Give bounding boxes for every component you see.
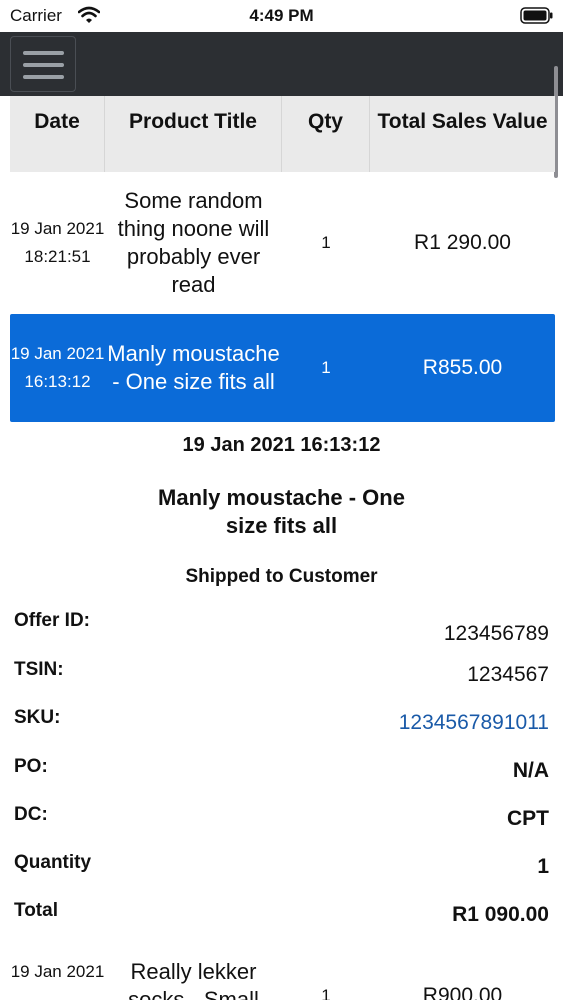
detail-status: Shipped to Customer [185,566,378,587]
sku-link[interactable]: 1234567891011 [399,711,549,735]
row-qty: 1 [321,986,331,1000]
table-row[interactable]: 19 Jan 2021 Really lekker socks - Small … [10,958,555,1000]
row-date: 19 Jan 2021 18:21:51 [10,219,105,266]
table-row-selected[interactable]: 19 Jan 2021 16:13:12 Manly moustache - O… [10,314,555,422]
total-value: R1 090.00 [452,903,549,926]
detail-date: 19 Jan 2021 16:13:12 [182,434,381,456]
tsin-label: TSIN: [14,659,64,680]
column-header-qty[interactable]: Qty [282,96,370,172]
row-date: 19 Jan 2021 16:13:12 [10,344,105,391]
status-time: 4:49 PM [249,6,314,25]
row-qty: 1 [321,233,331,252]
sku-label: SKU: [14,707,61,728]
column-header-total-sales-value[interactable]: Total Sales Value [370,96,555,172]
row-product-title: Really lekker socks - Small [128,959,259,1000]
table-row[interactable]: 19 Jan 2021 18:21:51 Some random thing n… [10,186,555,300]
row-qty: 1 [321,358,331,377]
hamburger-menu-icon[interactable] [10,36,76,92]
quantity-value: 1 [537,855,549,878]
battery-icon [520,7,553,24]
column-header-product-title[interactable]: Product Title [105,96,282,172]
offer-id-value: 123456789 [443,622,549,645]
navbar [0,32,563,96]
tsin-value: 1234567 [467,663,549,686]
row-product-title: Some random thing noone will probably ev… [117,188,270,297]
detail-product-title: Manly moustache - One size fits all [158,485,405,538]
row-date: 19 Jan 2021 [10,962,105,981]
table-header: Date Product Title Qty Total Sales Value [10,96,555,172]
po-value: N/A [512,759,549,782]
dc-label: DC: [14,804,48,825]
po-label: PO: [14,756,48,777]
row-total: R855.00 [422,356,503,379]
column-header-date[interactable]: Date [10,96,105,172]
row-total: R1 290.00 [414,231,511,254]
row-total: R900.00 [422,984,503,1000]
total-label: Total [14,900,58,921]
dc-value: CPT [507,807,549,830]
status-bar: Carrier 4:49 PM [0,0,563,32]
quantity-label: Quantity [14,852,92,873]
row-product-title: Manly moustache - One size fits all [107,341,280,394]
offer-id-label: Offer ID: [14,610,90,631]
